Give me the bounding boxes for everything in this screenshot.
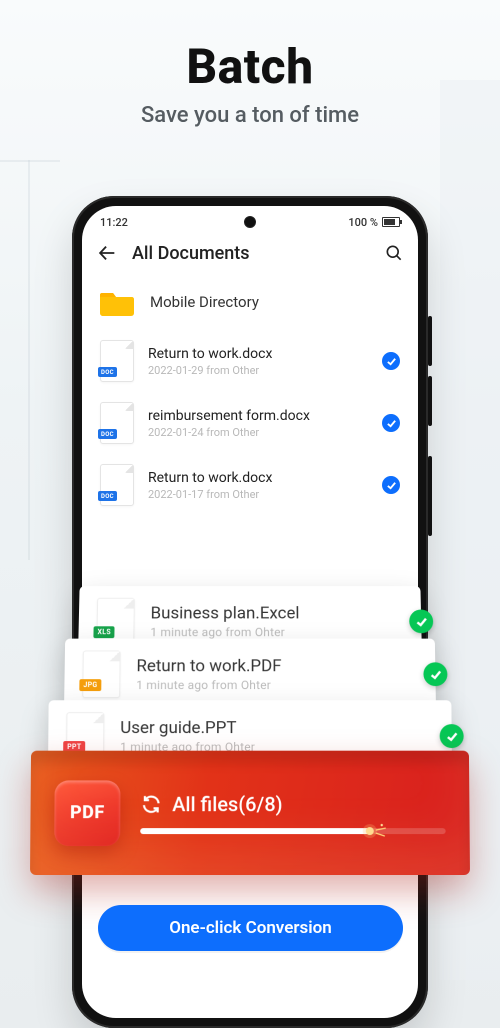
check-icon — [386, 418, 397, 429]
file-icon: DOC — [100, 464, 134, 506]
file-name: Business plan.Excel — [150, 604, 299, 624]
file-check[interactable] — [440, 724, 464, 748]
arrow-left-icon — [96, 242, 118, 264]
one-click-conversion-button[interactable]: One-click Conversion — [98, 905, 403, 951]
file-text: Return to work.docx 2022-01-29 from Othe… — [148, 346, 368, 377]
file-icon: DOC — [100, 402, 134, 444]
pdf-chip-label: PDF — [70, 802, 105, 823]
file-row[interactable]: DOC Return to work.docx 2022-01-29 from … — [82, 330, 418, 392]
progress-label: All files(6/8) — [172, 792, 282, 816]
progress-body: All files(6/8) — [140, 792, 446, 834]
file-icon: JPG — [82, 650, 121, 698]
check-icon — [415, 615, 428, 628]
progress-title: All files(6/8) — [140, 792, 445, 816]
check-icon — [429, 668, 442, 681]
check-icon — [445, 730, 458, 743]
file-name: Return to work.PDF — [136, 656, 281, 676]
file-check[interactable] — [423, 662, 447, 686]
file-text: User guide.PPT 1 minute ago from Ohter — [120, 718, 255, 754]
search-icon — [384, 243, 404, 263]
progress-bar — [140, 828, 446, 834]
hero: Batch Save you a ton of time — [0, 0, 500, 128]
file-name: Return to work.docx — [148, 470, 368, 486]
file-check[interactable] — [382, 414, 400, 432]
check-icon — [386, 480, 397, 491]
pdf-chip: PDF — [54, 780, 120, 846]
back-button[interactable] — [96, 242, 118, 264]
file-badge: DOC — [98, 367, 117, 377]
file-badge: JPG — [79, 679, 101, 691]
volume-up-button — [428, 316, 432, 366]
folder-label: Mobile Directory — [150, 293, 259, 311]
volume-down-button — [428, 376, 432, 426]
hero-subtitle: Save you a ton of time — [0, 103, 500, 128]
conversion-progress-panel: PDF All files(6/8) — [30, 751, 470, 875]
file-row[interactable]: DOC reimbursement form.docx 2022-01-24 f… — [82, 392, 418, 454]
progress-bar-fill — [140, 828, 369, 834]
file-row[interactable]: DOC Return to work.docx 2022-01-17 from … — [82, 454, 418, 516]
appbar: All Documents — [82, 234, 418, 274]
file-badge: DOC — [98, 491, 117, 501]
search-button[interactable] — [384, 243, 404, 263]
file-badge: XLS — [93, 626, 115, 638]
folder-row[interactable]: Mobile Directory — [82, 274, 418, 330]
file-meta: 1 minute ago from Ohter — [136, 678, 281, 692]
status-battery: 100 % — [348, 216, 400, 229]
file-text: reimbursement form.docx 2022-01-24 from … — [148, 408, 368, 439]
folder-icon — [100, 288, 134, 316]
battery-percent: 100 % — [348, 216, 378, 229]
refresh-icon — [140, 793, 162, 815]
file-name: reimbursement form.docx — [148, 408, 368, 424]
hero-title: Batch — [0, 38, 500, 95]
file-name: Return to work.docx — [148, 346, 368, 362]
file-text: Return to work.PDF 1 minute ago from Oht… — [136, 656, 281, 692]
file-list: Mobile Directory DOC Return to work.docx… — [82, 274, 418, 516]
file-badge: DOC — [98, 429, 117, 439]
status-time: 11:22 — [100, 216, 128, 229]
power-button — [428, 456, 432, 536]
battery-icon — [382, 217, 400, 227]
file-icon: DOC — [100, 340, 134, 382]
check-icon — [386, 356, 397, 367]
file-text: Business plan.Excel 1 minute ago from Oh… — [150, 604, 299, 639]
file-text: Return to work.docx 2022-01-17 from Othe… — [148, 470, 368, 501]
camera-hole — [244, 216, 256, 228]
file-meta: 2022-01-24 from Other — [148, 426, 368, 439]
file-list-body: DOC Return to work.docx 2022-01-29 from … — [82, 330, 418, 516]
file-name: User guide.PPT — [120, 718, 255, 738]
file-meta: 2022-01-17 from Other — [148, 488, 368, 501]
page-title: All Documents — [132, 243, 384, 264]
file-check[interactable] — [382, 352, 400, 370]
file-meta: 2022-01-29 from Other — [148, 364, 368, 377]
cta-label: One-click Conversion — [169, 918, 332, 938]
file-check[interactable] — [382, 476, 400, 494]
file-check[interactable] — [409, 610, 433, 634]
file-meta: 1 minute ago from Ohter — [150, 625, 299, 639]
